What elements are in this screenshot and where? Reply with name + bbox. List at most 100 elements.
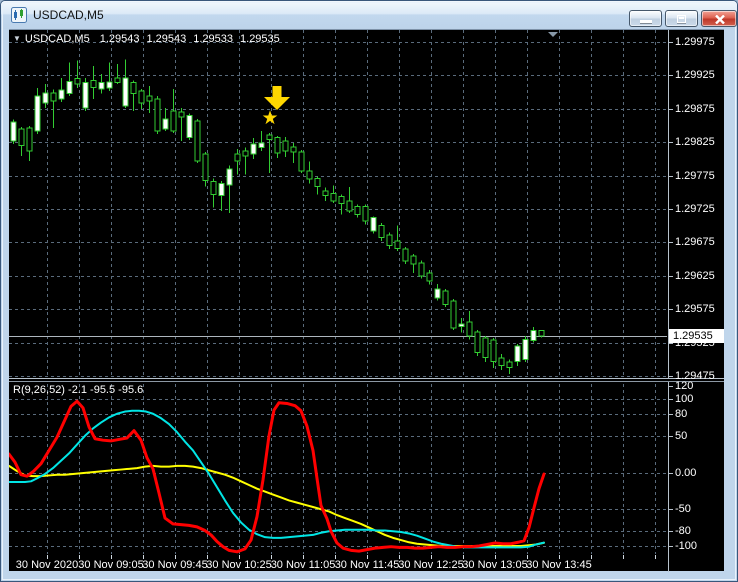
time-axis-label: 30 Nov 10:25	[206, 559, 272, 571]
candle-body	[458, 323, 465, 328]
price-axis-label: 1.29675	[675, 236, 715, 248]
axis-tick	[669, 376, 673, 377]
time-axis-label: 30 Nov 09:45	[142, 559, 208, 571]
time-axis-label: 30 Nov 11:05	[270, 559, 336, 571]
chart-area[interactable]: ▼ USDCAD,M5 1.29543 1.29543 1.29533 1.29535 R…	[9, 29, 724, 572]
indicator-line-slow	[9, 409, 545, 549]
time-axis-label: 30 Nov 12:25	[398, 559, 464, 571]
candle-body	[266, 134, 273, 141]
candle-body	[530, 330, 537, 342]
axis-tick	[669, 546, 673, 547]
candle-body	[170, 110, 177, 132]
candle-body	[154, 98, 161, 132]
close-icon	[715, 15, 725, 24]
window-title: USDCAD,M5	[33, 8, 104, 22]
candle-body	[66, 80, 73, 94]
candle-body	[346, 200, 353, 212]
mt4-chart-window: USDCAD,M5 ▼ USDCAD,M5 1.29543 1.29543 1.2953…	[0, 0, 738, 582]
candle-body	[402, 248, 409, 262]
quote-open: 1.29543	[99, 33, 140, 45]
candle-body	[162, 118, 169, 130]
candle-body	[250, 143, 257, 155]
candle-body	[514, 345, 521, 362]
candle-body	[506, 361, 513, 368]
pane-separator	[9, 381, 724, 382]
time-axis-label: 30 Nov 09:05	[78, 559, 144, 571]
indicator-axis-label: 120	[675, 380, 694, 392]
candle-body	[82, 82, 89, 109]
candle-body	[394, 240, 401, 249]
price-axis-label: 1.29625	[675, 270, 715, 282]
candle-body	[178, 111, 185, 118]
symbol-collapse-icon[interactable]: ▼	[13, 34, 21, 43]
title-bar[interactable]: USDCAD,M5	[1, 1, 737, 29]
chart-icon	[11, 7, 27, 23]
axis-tick	[669, 473, 673, 474]
candle-body	[378, 225, 385, 239]
candle-body	[26, 127, 33, 152]
candle-body	[114, 77, 121, 84]
price-axis-label: 1.29975	[675, 36, 715, 48]
candle-body	[58, 89, 65, 100]
axis-tick	[669, 242, 673, 243]
candle-body	[370, 217, 377, 232]
candle-body	[490, 339, 497, 362]
candle-body	[426, 272, 433, 282]
axis-tick	[669, 176, 673, 177]
indicator-axis-label: -80	[675, 525, 691, 537]
axis-tick	[669, 309, 673, 310]
candle-body	[258, 142, 265, 149]
time-axis-label: 30 Nov 13:45	[526, 559, 592, 571]
restore-button[interactable]	[665, 10, 698, 27]
star-marker: ★	[261, 107, 279, 129]
price-axis-label: 1.29725	[675, 203, 715, 215]
symbol-header: ▼ USDCAD,M5 1.29543 1.29543 1.29533 1.29535	[13, 33, 287, 45]
quote-close: 1.29535	[240, 33, 280, 45]
current-price-tag: 1.29535	[669, 329, 724, 343]
candle-body	[386, 234, 393, 247]
candle-body	[522, 338, 529, 360]
indicator-axis-label: -50	[675, 503, 691, 515]
candle-body	[466, 321, 473, 337]
candle-body	[10, 121, 17, 142]
candle-body	[202, 153, 209, 181]
candle-body	[322, 190, 329, 197]
candle-body	[186, 114, 193, 139]
pane-separator	[9, 378, 724, 379]
candle-body	[482, 337, 489, 358]
candle-body	[146, 95, 153, 102]
candle-body	[330, 193, 337, 202]
quote-low: 1.29533	[193, 33, 234, 45]
candle-body	[354, 205, 361, 215]
candle-body	[498, 357, 505, 366]
axis-tick	[669, 276, 673, 277]
price-axis-label: 1.29825	[675, 136, 715, 148]
candle-body	[98, 82, 105, 90]
time-axis-label: 30 Nov 13:05	[462, 559, 528, 571]
indicator-axis-label: 0.00	[675, 467, 697, 479]
candle-body	[42, 92, 49, 104]
candle-body	[410, 255, 417, 265]
axis-tick	[669, 509, 673, 510]
time-axis-tick	[655, 555, 656, 559]
axis-tick	[669, 531, 673, 532]
candle-body	[274, 137, 281, 154]
candle-body	[34, 95, 41, 132]
candle-body	[442, 290, 449, 306]
close-button[interactable]	[701, 10, 737, 27]
candle-body	[434, 288, 441, 299]
candle-body	[474, 331, 481, 354]
minimize-button[interactable]	[629, 10, 662, 27]
axis-tick	[669, 209, 673, 210]
candle-body	[106, 81, 113, 89]
indicator-label: R(9,26,52) -2.1 -95.5 -95.6	[13, 384, 144, 396]
candle-body	[362, 205, 369, 222]
candle-body	[338, 195, 345, 205]
price-axis-label: 1.29875	[675, 103, 715, 115]
candle-body	[450, 300, 457, 329]
chart-shift-marker	[548, 32, 558, 37]
window-controls	[629, 10, 737, 27]
candle-body	[290, 146, 297, 153]
axis-tick	[669, 343, 673, 344]
chart-plot[interactable]	[9, 30, 724, 572]
